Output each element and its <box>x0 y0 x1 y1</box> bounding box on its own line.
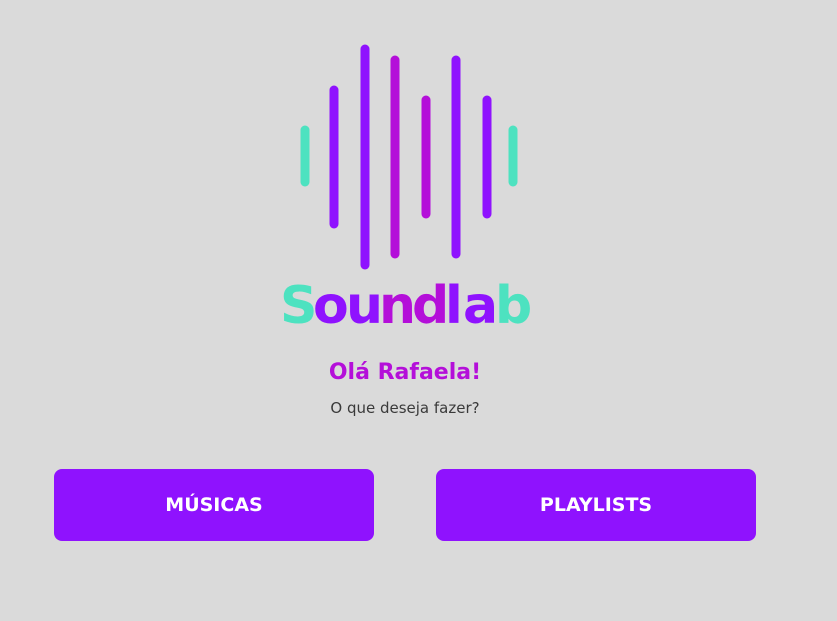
musicas-button-label: MÚSICAS <box>165 494 263 516</box>
wordmark-letter: l <box>445 276 463 330</box>
wordmark-letter: n <box>379 276 416 330</box>
wordmark-letter: a <box>463 276 498 330</box>
sound-wave-icon <box>300 44 518 270</box>
prompt-text: O que deseja fazer? <box>330 399 480 417</box>
playlists-button[interactable]: PLAYLISTS <box>436 469 756 541</box>
wordmark-letter: u <box>346 276 383 330</box>
wordmark-letter: d <box>412 276 449 330</box>
playlists-button-label: PLAYLISTS <box>539 494 653 516</box>
greeting-heading: Olá Rafaela! <box>328 360 482 385</box>
soundlab-logo: S o u n d l a b <box>280 44 532 330</box>
home-screen: S o u n d l a b Olá Rafaela! O que desej… <box>0 0 837 621</box>
musicas-button[interactable]: MÚSICAS <box>54 469 374 541</box>
wordmark-letter: S <box>280 276 317 330</box>
wordmark-letter: b <box>495 276 532 330</box>
wordmark-letter: o <box>313 276 349 330</box>
soundlab-wordmark: S o u n d l a b <box>280 276 532 330</box>
